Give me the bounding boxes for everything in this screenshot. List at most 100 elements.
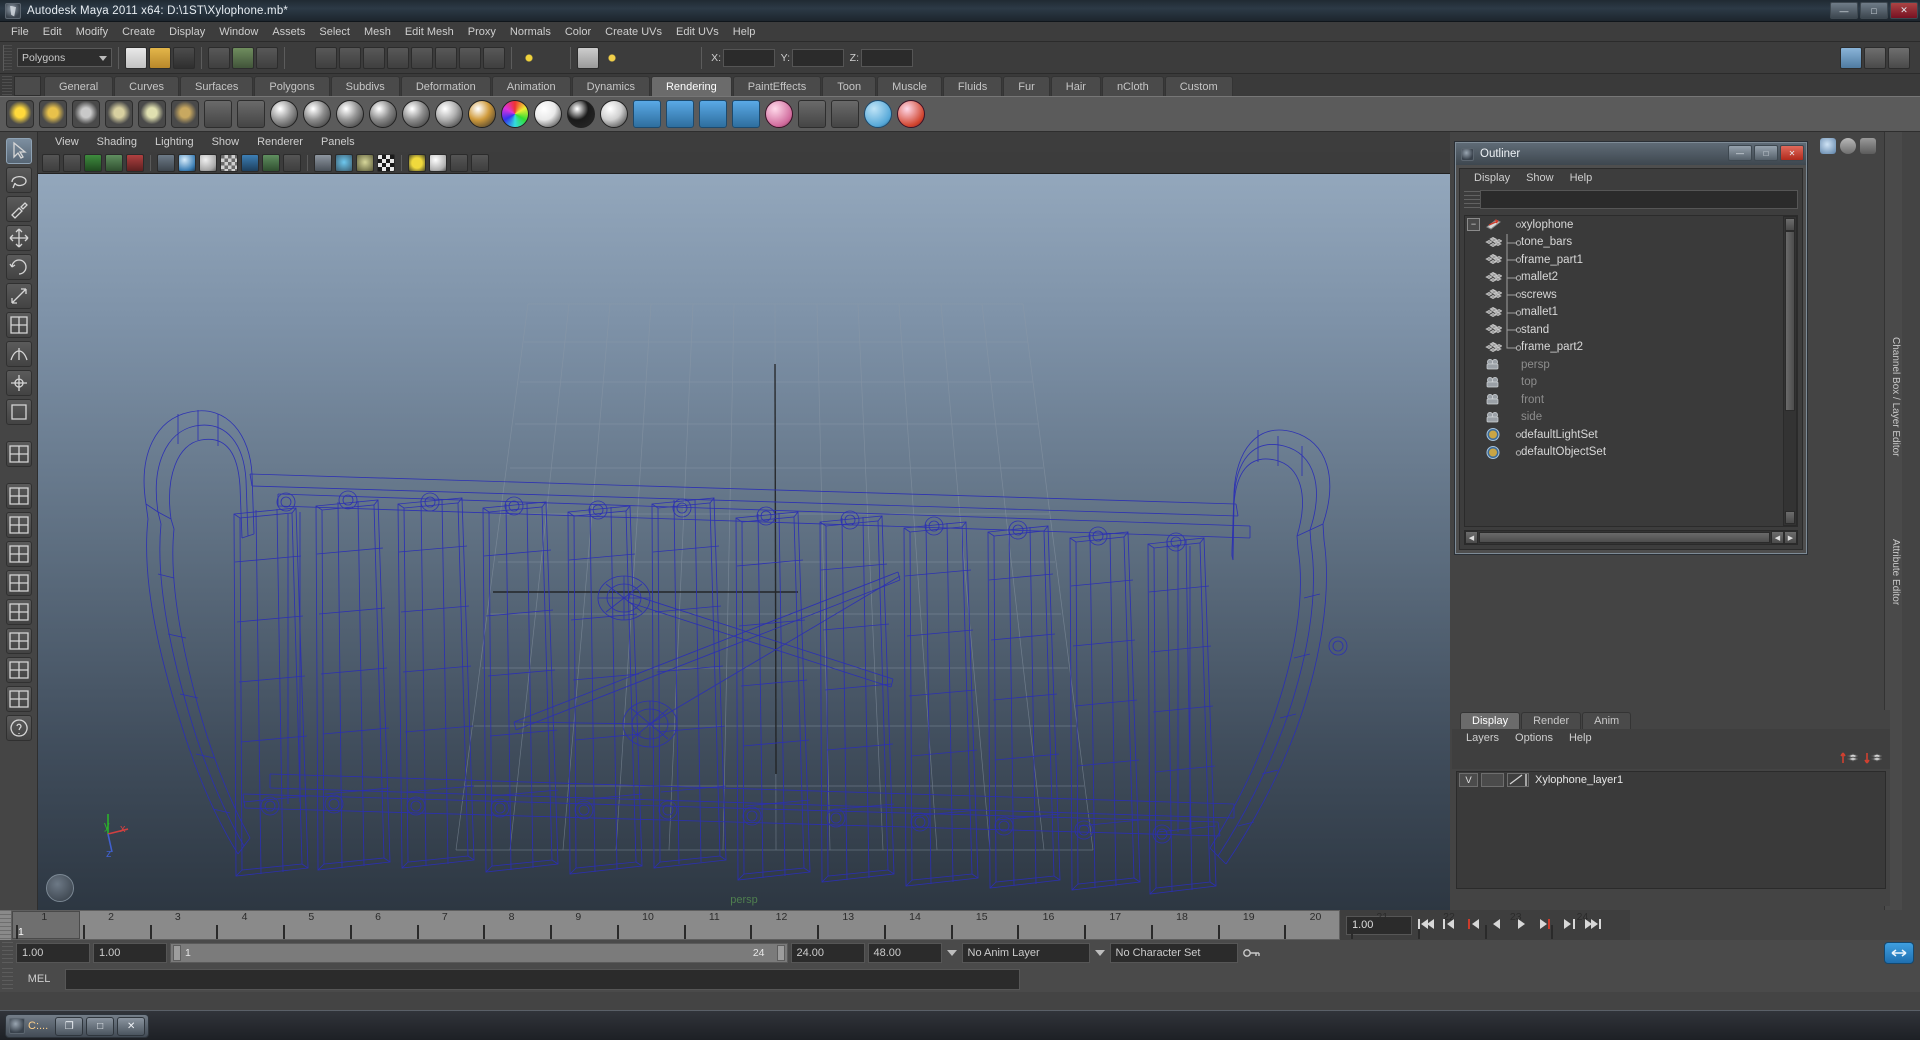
image-plane-icon[interactable] xyxy=(105,153,123,172)
shelf-tab-curves[interactable]: Curves xyxy=(114,76,179,96)
window-maximize-button[interactable]: □ xyxy=(1860,2,1888,19)
viewport-menu-show[interactable]: Show xyxy=(203,134,249,150)
help-toolbox-icon[interactable] xyxy=(5,715,32,741)
clock-icon[interactable] xyxy=(1840,138,1856,154)
component-handle-icon[interactable] xyxy=(315,46,337,69)
menu-item-edit[interactable]: Edit xyxy=(36,24,69,40)
high-quality-render-icon[interactable] xyxy=(429,153,447,172)
play-forwards-icon[interactable] xyxy=(1511,915,1532,935)
layer-row[interactable]: V Xylophone_layer1 xyxy=(1457,772,1885,788)
new-scene-icon[interactable] xyxy=(125,46,147,69)
layer-editor-tab-render[interactable]: Render xyxy=(1521,712,1582,729)
batch-render-icon[interactable] xyxy=(666,100,694,128)
shelf-tab-general[interactable]: General xyxy=(44,76,114,96)
select-tool[interactable] xyxy=(5,138,32,164)
layer-list[interactable]: V Xylophone_layer1 xyxy=(1456,771,1886,889)
hardware-renderer-icon[interactable] xyxy=(408,153,426,172)
single-perspective-view-layout[interactable] xyxy=(5,441,32,467)
grey-surface-icon[interactable] xyxy=(600,100,628,128)
select-by-hierarchy-icon[interactable] xyxy=(208,46,230,69)
shelf-tab-dynamics[interactable]: Dynamics xyxy=(571,76,650,96)
axis-y-input[interactable] xyxy=(792,48,844,67)
persp-outliner-layout[interactable] xyxy=(5,512,32,538)
wireframe-shading-icon[interactable] xyxy=(157,153,175,172)
hypershade-persp-layout[interactable] xyxy=(5,570,32,596)
animation-start-time-field[interactable]: 1.00 xyxy=(16,943,90,963)
smooth-shade-all-icon[interactable] xyxy=(178,153,196,172)
shelf-tab-muscle[interactable]: Muscle xyxy=(877,76,942,96)
scroll-up-arrow[interactable] xyxy=(1785,218,1795,231)
highlight-selection-mode-icon[interactable] xyxy=(291,46,313,69)
menu-item-proxy[interactable]: Proxy xyxy=(461,24,503,40)
layer-editor-menu-layers[interactable]: Layers xyxy=(1458,731,1507,745)
rotate-tool[interactable] xyxy=(5,254,32,280)
outliner-item[interactable]: persp xyxy=(1465,356,1797,374)
layer-color-swatch[interactable] xyxy=(1507,773,1529,787)
pivot-icon[interactable] xyxy=(126,153,144,172)
component-points-icon[interactable] xyxy=(339,46,361,69)
show-hide-tool-settings-icon[interactable] xyxy=(1864,46,1886,69)
blinn-material-icon[interactable] xyxy=(303,100,331,128)
range-end-time-field[interactable]: 24.00 xyxy=(790,943,865,963)
open-scene-icon[interactable] xyxy=(149,46,171,69)
layer-vis-toggle[interactable]: V xyxy=(1459,773,1478,787)
menu-item-color[interactable]: Color xyxy=(558,24,598,40)
black-surface-icon[interactable] xyxy=(567,100,595,128)
construction-history-icon[interactable] xyxy=(577,46,599,69)
shelf-options-icon[interactable] xyxy=(14,76,41,96)
step-forward-key-icon[interactable] xyxy=(1535,915,1556,935)
hypershade-icon[interactable] xyxy=(765,100,793,128)
shelf-tab-painteffects[interactable]: PaintEffects xyxy=(732,76,822,96)
save-scene-icon[interactable] xyxy=(173,46,195,69)
channel-box-icon[interactable] xyxy=(1820,138,1836,154)
statusline-grip[interactable] xyxy=(3,44,12,71)
snap-to-curve-icon[interactable] xyxy=(542,46,564,69)
character-set-field[interactable]: No Character Set xyxy=(1109,943,1238,963)
render-settings-icon[interactable] xyxy=(732,100,760,128)
component-pivot-icon[interactable] xyxy=(483,46,505,69)
taskbar-window-item[interactable]: C:... ❐ □ ✕ xyxy=(5,1014,150,1038)
window-minimize-button[interactable]: — xyxy=(1830,2,1858,19)
time-slider-track[interactable]: 1 1 2 3 4 5 6 7 8 9 10 11 12 13 14 15 16 17 18 19 20 21 22 23 2… xyxy=(11,910,1588,940)
default-lighting-icon[interactable] xyxy=(314,153,332,172)
step-back-key-icon[interactable] xyxy=(1463,915,1484,935)
outliner-sort-icon[interactable] xyxy=(1464,191,1480,208)
viewport-menu-shading[interactable]: Shading xyxy=(88,134,146,150)
lambert-material-icon[interactable] xyxy=(270,100,298,128)
four-view-layout[interactable] xyxy=(5,483,32,509)
outliner-item[interactable]: front xyxy=(1465,391,1797,409)
ramp-shader-icon[interactable] xyxy=(468,100,496,128)
taskbar-maximize-button[interactable]: □ xyxy=(86,1016,115,1036)
scroll-right-step[interactable]: ▶ xyxy=(1784,531,1797,544)
snap-to-grid-icon[interactable] xyxy=(518,46,540,69)
move-layer-up-icon[interactable] xyxy=(1840,750,1860,766)
scroll-left-arrow[interactable]: ◀ xyxy=(1465,531,1478,544)
time-slider-grip[interactable] xyxy=(0,910,11,940)
outliner-item[interactable]: frame_part1 xyxy=(1465,251,1797,270)
outliner-item[interactable]: frame_part2 xyxy=(1465,338,1797,357)
area-light-icon[interactable] xyxy=(138,100,166,128)
menu-item-create-uvs[interactable]: Create UVs xyxy=(598,24,669,40)
range-start-time-field[interactable]: 1.00 xyxy=(93,943,167,963)
outliner-item[interactable]: defaultObjectSet xyxy=(1465,444,1797,462)
phong-material-icon[interactable] xyxy=(336,100,364,128)
render-layers-icon[interactable] xyxy=(204,100,232,128)
select-by-object-type-icon[interactable] xyxy=(232,46,254,69)
two-pane-side-layout[interactable] xyxy=(5,628,32,654)
layer-playback-toggle[interactable] xyxy=(1481,773,1504,787)
spot-light-icon[interactable] xyxy=(105,100,133,128)
camera-attributes-icon[interactable] xyxy=(63,153,81,172)
xray-icon[interactable] xyxy=(262,153,280,172)
outliner-title-bar[interactable]: Outliner — □ ✕ xyxy=(1456,143,1806,165)
shelf-tab-toon[interactable]: Toon xyxy=(822,76,877,96)
outliner-item[interactable]: − xylophone xyxy=(1465,216,1797,234)
axis-z-input[interactable] xyxy=(861,48,913,67)
layer-editor-tab-display[interactable]: Display xyxy=(1460,712,1521,729)
toggle-panel-icon[interactable] xyxy=(1884,942,1914,964)
menu-item-display[interactable]: Display xyxy=(162,24,212,40)
shelf-grip[interactable] xyxy=(2,76,12,96)
perspective-viewport[interactable]: y x z persp xyxy=(38,174,1450,910)
shelf-tab-ncloth[interactable]: nCloth xyxy=(1101,76,1164,96)
tab-channel-box-layer-editor[interactable]: Channel Box / Layer Editor xyxy=(1885,302,1901,492)
menu-item-mesh[interactable]: Mesh xyxy=(357,24,398,40)
